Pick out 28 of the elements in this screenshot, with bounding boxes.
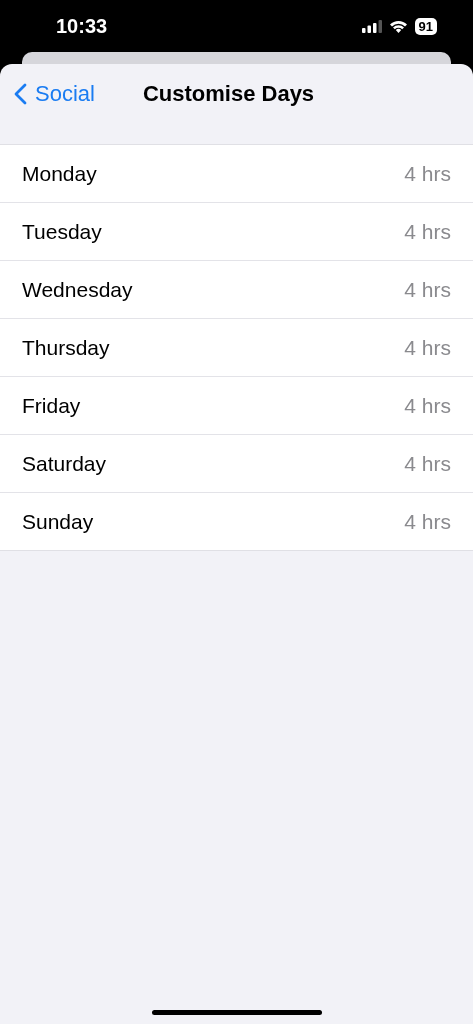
hours-value: 4 hrs bbox=[404, 161, 451, 186]
hours-value: 4 hrs bbox=[404, 277, 451, 302]
day-name: Wednesday bbox=[22, 277, 133, 302]
wifi-icon bbox=[388, 19, 408, 33]
chevron-left-icon bbox=[14, 83, 27, 105]
day-name: Thursday bbox=[22, 335, 110, 360]
hours-value: 4 hrs bbox=[404, 335, 451, 360]
day-name: Tuesday bbox=[22, 219, 102, 244]
day-row[interactable]: Sunday 4 hrs bbox=[0, 493, 473, 550]
hours-value: 4 hrs bbox=[404, 509, 451, 534]
day-row[interactable]: Monday 4 hrs bbox=[0, 145, 473, 203]
day-row[interactable]: Tuesday 4 hrs bbox=[0, 203, 473, 261]
day-row[interactable]: Saturday 4 hrs bbox=[0, 435, 473, 493]
day-name: Monday bbox=[22, 161, 97, 186]
status-time: 10:33 bbox=[56, 14, 108, 38]
back-button[interactable]: Social bbox=[0, 81, 95, 107]
screen-title: Customise Days bbox=[142, 81, 315, 107]
day-row[interactable]: Thursday 4 hrs bbox=[0, 319, 473, 377]
hours-value: 4 hrs bbox=[404, 219, 451, 244]
signal-icon bbox=[361, 19, 382, 33]
day-row[interactable]: Friday 4 hrs bbox=[0, 377, 473, 435]
battery-level: 91 bbox=[414, 17, 437, 35]
day-name: Sunday bbox=[22, 509, 94, 534]
day-name: Friday bbox=[22, 393, 81, 418]
hours-value: 4 hrs bbox=[404, 451, 451, 476]
day-name: Saturday bbox=[22, 451, 107, 476]
day-row[interactable]: Wednesday 4 hrs bbox=[0, 261, 473, 319]
hours-value: 4 hrs bbox=[404, 393, 451, 418]
